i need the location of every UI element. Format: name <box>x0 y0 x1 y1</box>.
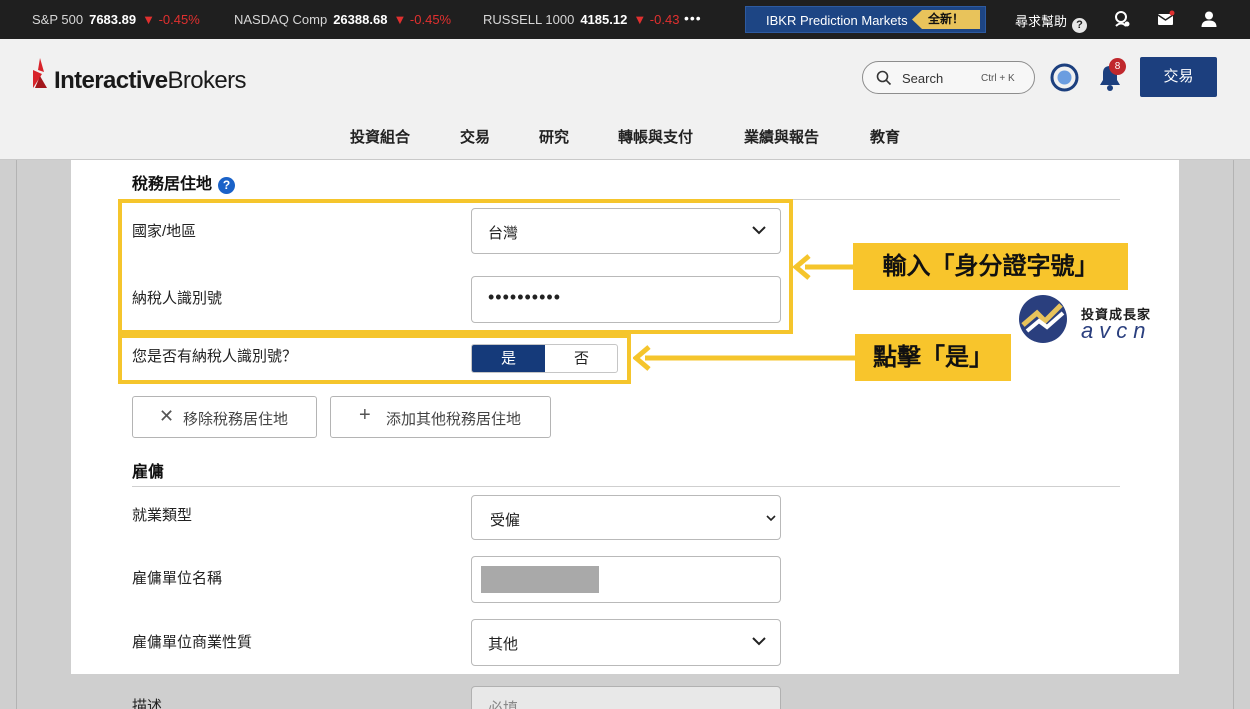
employer-business-value: 其他 <box>488 636 519 653</box>
ticker-name: NASDAQ Comp <box>234 12 328 27</box>
highlight-box-yes <box>118 334 631 384</box>
plus-icon: + <box>359 404 371 426</box>
ticker-value: 4185.12 <box>580 12 628 27</box>
ticker-russell[interactable]: RUSSELL 1000 4185.12 ▼ -0.43 <box>483 12 679 27</box>
arrow-left-icon <box>793 254 853 280</box>
ticker-sp500[interactable]: S&P 500 7683.89 ▼ -0.45% <box>32 12 200 27</box>
ticker-name: RUSSELL 1000 <box>483 12 575 27</box>
section-divider <box>132 486 1120 487</box>
prediction-markets-banner[interactable]: IBKR Prediction Markets 全新！ <box>745 6 986 33</box>
market-ticker-bar: S&P 500 7683.89 ▼ -0.45% NASDAQ Comp 26388.… <box>0 0 1250 39</box>
employer-name-label: 雇傭單位名稱 <box>132 570 223 587</box>
ticker-value: 26388.68 <box>333 12 388 27</box>
nav-education[interactable]: 教育 <box>870 126 900 147</box>
watermark-brand: avcn <box>1081 318 1152 343</box>
description-label: 描述 <box>132 698 163 709</box>
question-circle-icon: ? <box>1072 18 1088 33</box>
redacted-block <box>481 566 599 593</box>
tax-residency-title: 稅務居住地? <box>132 170 236 194</box>
highlight-box-tin <box>118 199 793 334</box>
employment-type-label: 就業類型 <box>132 507 193 524</box>
user-profile-icon[interactable] <box>1200 10 1218 28</box>
page-border-left <box>16 160 17 709</box>
site-header: InteractiveBrokers Search Ctrl + K 8 交易 … <box>0 39 1250 160</box>
chat-user-icon[interactable] <box>1113 10 1131 28</box>
notification-badge: 8 <box>1109 58 1126 75</box>
page-border-right <box>1233 160 1234 709</box>
mail-icon[interactable] <box>1157 10 1175 28</box>
remove-label: 移除稅務居住地 <box>183 411 289 428</box>
new-badge: 全新！ <box>912 10 980 29</box>
description-input[interactable]: 必填 <box>471 686 781 709</box>
prediction-markets-label: IBKR Prediction Markets <box>766 13 908 28</box>
employment-type-value: 受僱 <box>490 512 521 529</box>
help-link[interactable]: 尋求幫助? <box>1015 11 1088 33</box>
nav-transfer-pay[interactable]: 轉帳與支付 <box>618 126 693 147</box>
search-placeholder: Search <box>902 71 944 86</box>
watermark-logo-icon <box>1019 295 1067 343</box>
help-label: 尋求幫助 <box>1015 14 1068 29</box>
description-placeholder: 必填 <box>488 700 519 709</box>
ib-logo-flame-icon <box>33 58 47 88</box>
ticker-name: S&P 500 <box>32 12 84 27</box>
nav-research[interactable]: 研究 <box>539 126 569 147</box>
callout-enter-id: 輸入「身分證字號」 <box>853 243 1128 290</box>
trade-button[interactable]: 交易 <box>1140 57 1217 97</box>
ticker-change: ▼ -0.45% <box>142 12 200 27</box>
nav-trade[interactable]: 交易 <box>460 126 490 147</box>
employer-business-select[interactable]: 其他 <box>471 619 781 666</box>
chevron-down-icon <box>766 515 776 522</box>
close-icon: ✕ <box>159 406 175 426</box>
employment-type-select[interactable]: 受僱 <box>471 495 781 540</box>
nav-portfolio[interactable]: 投資組合 <box>350 126 410 147</box>
ticker-nasdaq[interactable]: NASDAQ Comp 26388.68 ▼ -0.45% <box>234 12 451 27</box>
ticker-value: 7683.89 <box>89 12 137 27</box>
callout-click-yes: 點擊「是」 <box>855 334 1011 381</box>
search-shortcut: Ctrl + K <box>981 73 1015 84</box>
account-circle-icon[interactable] <box>1050 63 1079 92</box>
ticker-change: ▼ -0.45% <box>393 12 452 27</box>
add-tax-residency-button[interactable]: + 添加其他稅務居住地 <box>330 396 551 438</box>
help-question-icon[interactable]: ? <box>218 177 236 194</box>
employment-title: 雇傭 <box>132 464 165 481</box>
employer-business-label: 雇傭單位商業性質 <box>132 634 253 651</box>
remove-tax-residency-button[interactable]: ✕ 移除稅務居住地 <box>132 396 317 438</box>
arrow-left-icon <box>633 345 856 371</box>
nav-performance-reports[interactable]: 業績與報告 <box>744 126 819 147</box>
search-input[interactable]: Search Ctrl + K <box>862 61 1035 94</box>
logo-wordmark: InteractiveBrokers <box>54 67 247 94</box>
search-icon <box>876 70 892 86</box>
ticker-change: ▼ -0.43 <box>633 12 680 27</box>
add-label: 添加其他稅務居住地 <box>386 411 522 428</box>
chevron-down-icon <box>752 637 766 646</box>
ticker-more-icon[interactable]: ••• <box>684 10 702 26</box>
